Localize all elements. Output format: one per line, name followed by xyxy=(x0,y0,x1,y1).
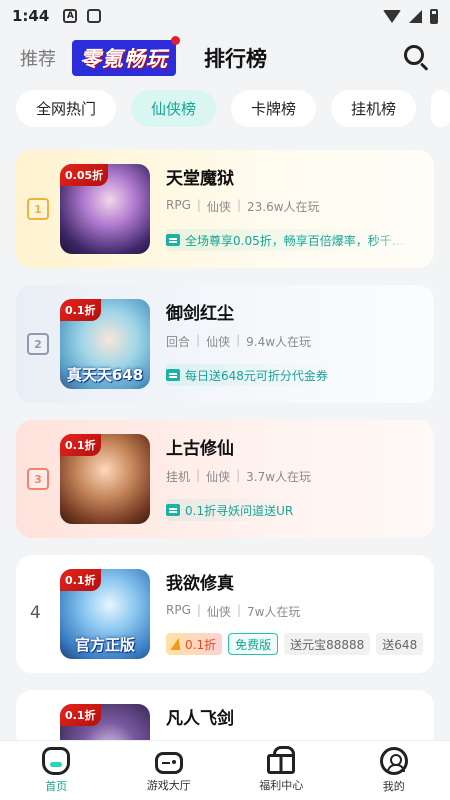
nav-mine-label: 我的 xyxy=(382,780,405,793)
game-meta: 回合 | 仙侠 | 9.4w人在玩 xyxy=(166,333,312,349)
promo-text: 0.1折寻妖问道送UR xyxy=(185,503,294,518)
discount-tag: 0.1折 xyxy=(60,569,101,591)
game-card[interactable]: 3 0.1折 上古修仙 挂机 | 仙侠 | 3.7w人在玩 0.1折寻妖问道送UR xyxy=(16,420,434,538)
game-genre: RPG xyxy=(166,198,191,212)
rank-2-icon: 2 xyxy=(27,333,49,355)
nav-welfare-label: 福利中心 xyxy=(259,779,304,792)
lightning-icon xyxy=(170,638,184,650)
tag-gift: 送648 xyxy=(376,633,424,655)
game-category: 仙侠 xyxy=(206,335,231,349)
game-genre: RPG xyxy=(166,603,191,617)
tab-ranking[interactable]: 排行榜 xyxy=(204,43,267,73)
gift-icon xyxy=(267,746,296,774)
game-genre: 挂机 xyxy=(166,470,191,484)
thumbnail-caption: 真天天648 xyxy=(66,366,144,384)
game-card[interactable]: 1 0.05折 天堂魔狱 RPG | 仙侠 | 23.6w人在玩 全场尊享0.05折… xyxy=(16,150,434,268)
category-chips: 全网热门 仙侠榜 卡牌榜 挂机榜 xyxy=(16,90,450,127)
app-logo-text: 零氪畅玩 xyxy=(80,47,168,71)
nav-mine[interactable]: 我的 xyxy=(338,741,450,800)
game-meta: RPG | 仙侠 | 7w人在玩 xyxy=(166,603,301,619)
signal-icon xyxy=(409,9,422,23)
nav-game-hall[interactable]: 游戏大厅 xyxy=(113,741,226,800)
message-icon xyxy=(166,234,180,246)
game-promo: 全场尊享0.05折，畅享百倍爆率，秒千… xyxy=(166,229,410,251)
game-players: 3.7w人在玩 xyxy=(246,470,312,484)
battery-icon xyxy=(430,8,438,24)
chip-all-hot[interactable]: 全网热门 xyxy=(16,90,117,127)
tag-discount: 0.1折 xyxy=(166,633,223,655)
chip-xianxia[interactable]: 仙侠榜 xyxy=(131,90,217,127)
game-meta: 挂机 | 仙侠 | 3.7w人在玩 xyxy=(166,468,312,484)
nav-home-label: 首页 xyxy=(45,780,68,793)
game-meta: RPG | 仙侠 | 23.6w人在玩 xyxy=(166,198,320,214)
game-players: 23.6w人在玩 xyxy=(246,200,320,214)
bottom-nav: 首页 游戏大厅 福利中心 我的 xyxy=(0,740,450,800)
game-thumbnail: 0.1折 官方正版 xyxy=(60,569,150,659)
status-time: 1:44 xyxy=(12,7,50,25)
chip-card[interactable]: 卡牌榜 xyxy=(231,90,317,127)
gamepad-icon xyxy=(154,751,183,774)
game-card[interactable]: 4 0.1折 官方正版 我欲修真 RPG | 仙侠 | 7w人在玩 0.1折 免费版… xyxy=(16,555,434,673)
game-category: 仙侠 xyxy=(206,200,231,214)
game-tags: 0.1折 免费版 送元宝88888 送648 xyxy=(166,633,424,655)
nav-game-hall-label: 游戏大厅 xyxy=(146,778,191,792)
game-promo: 每日送648元可折分代金券 xyxy=(166,364,334,386)
game-category: 仙侠 xyxy=(206,605,231,619)
promo-text: 全场尊享0.05折，畅享百倍爆率，秒千… xyxy=(185,233,404,248)
top-header: 推荐 零氪畅玩 排行榜 xyxy=(0,32,450,84)
game-promo: 0.1折寻妖问道送UR xyxy=(166,499,300,521)
thumbnail-caption: 官方正版 xyxy=(74,636,135,654)
game-genre: 回合 xyxy=(166,335,191,349)
message-icon xyxy=(166,369,180,381)
game-players: 7w人在玩 xyxy=(246,605,301,619)
rank-number: 4 xyxy=(30,603,41,623)
game-thumbnail: 0.1折 真天天648 xyxy=(60,299,150,389)
game-thumbnail: 0.1折 xyxy=(60,434,150,524)
tag-gift: 送元宝88888 xyxy=(284,633,371,655)
rank-3-icon: 3 xyxy=(27,468,49,490)
game-title: 凡人飞剑 xyxy=(166,709,234,729)
message-icon xyxy=(166,504,180,516)
game-category: 仙侠 xyxy=(206,470,231,484)
discount-tag: 0.1折 xyxy=(60,704,101,726)
notification-app-icon xyxy=(87,9,102,23)
chip-more[interactable] xyxy=(431,90,450,127)
discount-tag: 0.1折 xyxy=(60,299,101,321)
nav-home[interactable]: 首页 xyxy=(0,741,113,800)
discount-tag: 0.1折 xyxy=(60,434,101,456)
game-title: 御剑红尘 xyxy=(166,304,234,324)
game-thumbnail: 0.05折 xyxy=(60,164,150,254)
chip-idle[interactable]: 挂机榜 xyxy=(331,90,417,127)
game-title: 上古修仙 xyxy=(166,439,234,459)
search-icon[interactable] xyxy=(404,45,430,71)
game-title: 我欲修真 xyxy=(166,574,234,594)
game-players: 9.4w人在玩 xyxy=(246,335,312,349)
discount-tag: 0.05折 xyxy=(60,164,109,186)
nav-welfare[interactable]: 福利中心 xyxy=(225,741,338,800)
user-icon xyxy=(379,747,408,775)
home-icon xyxy=(42,747,71,775)
status-bar: 1:44 A xyxy=(0,0,450,32)
promo-text: 每日送648元可折分代金券 xyxy=(185,368,328,383)
status-indicators xyxy=(383,8,438,24)
game-title: 天堂魔狱 xyxy=(166,169,234,189)
rank-1-icon: 1 xyxy=(27,198,49,220)
tab-recommend[interactable]: 推荐 xyxy=(20,45,56,71)
tag-free: 免费版 xyxy=(228,633,279,655)
logo-dot-icon xyxy=(171,36,180,45)
tag-discount-label: 0.1折 xyxy=(185,637,217,652)
wifi-icon xyxy=(383,9,401,23)
notification-a-icon: A xyxy=(63,9,78,23)
app-logo[interactable]: 零氪畅玩 xyxy=(72,36,180,76)
game-card[interactable]: 2 0.1折 真天天648 御剑红尘 回合 | 仙侠 | 9.4w人在玩 每日送64… xyxy=(16,285,434,403)
